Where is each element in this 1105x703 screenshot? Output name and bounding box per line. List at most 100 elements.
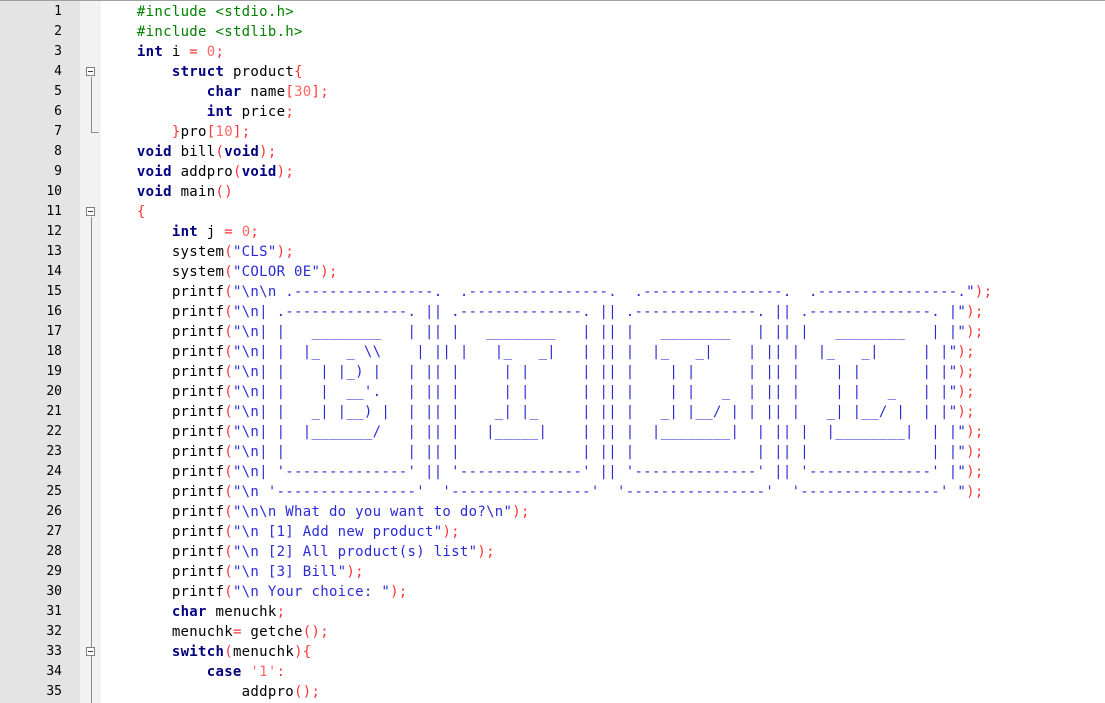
code-token: addpro [102, 684, 295, 700]
code-token: ( [224, 484, 233, 500]
code-text[interactable]: printf("\n [1] Add new product"); [102, 522, 460, 542]
code-token: "\n [2] All product(s) list" [232, 544, 478, 560]
code-line[interactable]: 13 system("CLS"); [0, 242, 1105, 262]
line-number: 10 [46, 184, 62, 199]
code-editor[interactable]: 1 #include <stdio.h> 2 #include <stdlib.h… [0, 0, 1105, 703]
code-text[interactable]: printf("\n\n What do you want to do?\n")… [102, 502, 530, 522]
code-text[interactable]: case '1': [102, 662, 285, 682]
code-text[interactable]: printf("\n| | | || | | || | | || | | |")… [102, 442, 984, 462]
code-line[interactable]: 8 void bill(void); [0, 142, 1105, 162]
code-token: ); [442, 524, 460, 540]
code-line[interactable]: 32 menuchk= getche(); [0, 622, 1105, 642]
code-line[interactable]: 2 #include <stdlib.h> [0, 22, 1105, 42]
code-line[interactable]: 18 printf("\n| | |_ _ \\ | || | |_ _| | … [0, 342, 1105, 362]
code-text[interactable]: printf("\n\n .----------------. .-------… [102, 282, 992, 302]
code-line[interactable]: 33 switch(menuchk){ [0, 642, 1105, 662]
code-text[interactable]: int price; [102, 102, 294, 122]
code-line[interactable]: 7 }pro[10]; [0, 122, 1105, 142]
code-text[interactable]: system("CLS"); [102, 242, 294, 262]
code-line[interactable]: 1 #include <stdio.h> [0, 2, 1105, 22]
code-token: ]; [311, 84, 329, 100]
code-line[interactable]: 9 void addpro(void); [0, 162, 1105, 182]
code-token: ); [966, 424, 984, 440]
code-line[interactable]: 17 printf("\n| | ________ | || | _______… [0, 322, 1105, 342]
code-text[interactable]: switch(menuchk){ [102, 642, 312, 662]
code-line[interactable]: 34 case '1': [0, 662, 1105, 682]
code-line[interactable]: 4 struct product{ [0, 62, 1105, 82]
code-line[interactable]: 15 printf("\n\n .----------------. .----… [0, 282, 1105, 302]
code-line[interactable]: 10 void main() [0, 182, 1105, 202]
code-text[interactable]: char name[30]; [102, 82, 329, 102]
code-line[interactable]: 23 printf("\n| | | || | | || | | || | | … [0, 442, 1105, 462]
code-line[interactable]: 35 addpro(); [0, 682, 1105, 702]
line-number: 13 [46, 244, 62, 259]
code-text[interactable]: printf("\n Your choice: "); [102, 582, 408, 602]
code-line[interactable]: 30 printf("\n Your choice: "); [0, 582, 1105, 602]
code-text[interactable]: printf("\n| | ________ | || | ________ |… [102, 322, 984, 342]
code-text[interactable]: void main() [102, 182, 233, 202]
code-token: printf [102, 364, 225, 380]
code-text[interactable]: printf("\n [2] All product(s) list"); [102, 542, 495, 562]
code-token: char [206, 84, 242, 100]
code-line[interactable]: 24 printf("\n| '--------------' || '----… [0, 462, 1105, 482]
code-token: { [136, 204, 146, 220]
code-text[interactable]: char menuchk; [102, 602, 285, 622]
code-token: addpro [171, 164, 233, 180]
code-token: (); [302, 624, 329, 640]
code-text[interactable]: printf("\n| | _| |__) | | || | _| |_ | |… [102, 402, 975, 422]
code-text[interactable]: void addpro(void); [102, 162, 294, 182]
code-text[interactable]: addpro(); [102, 682, 320, 702]
code-text[interactable]: void bill(void); [102, 142, 277, 162]
code-line[interactable]: 25 printf("\n '----------------' '------… [0, 482, 1105, 502]
code-text[interactable]: printf("\n '----------------' '---------… [102, 482, 984, 502]
code-token: ( [224, 524, 233, 540]
code-text[interactable]: #include <stdio.h> [102, 2, 294, 22]
code-line[interactable]: 3 int i = 0; [0, 42, 1105, 62]
code-line[interactable]: 20 printf("\n| | | __'. | || | | | | || … [0, 382, 1105, 402]
code-line[interactable]: 6 int price; [0, 102, 1105, 122]
code-text[interactable]: system("COLOR 0E"); [102, 262, 338, 282]
line-number: 11 [46, 204, 62, 219]
code-token: ); [276, 244, 295, 260]
code-token: printf [102, 384, 225, 400]
code-text[interactable]: printf("\n| | | |_) | | || | | | | || | … [102, 362, 975, 382]
code-line[interactable]: 11 { [0, 202, 1105, 222]
code-line[interactable]: 31 char menuchk; [0, 602, 1105, 622]
code-text[interactable]: int i = 0; [102, 42, 224, 62]
code-text[interactable]: { [102, 202, 146, 222]
code-token: printf [102, 344, 225, 360]
code-text[interactable]: struct product{ [102, 62, 303, 82]
code-line[interactable]: 28 printf("\n [2] All product(s) list"); [0, 542, 1105, 562]
code-line[interactable]: 16 printf("\n| .--------------. || .----… [0, 302, 1105, 322]
code-text[interactable]: printf("\n| .--------------. || .-------… [102, 302, 984, 322]
code-token: printf [102, 524, 225, 540]
code-line[interactable]: 5 char name[30]; [0, 82, 1105, 102]
code-text[interactable]: #include <stdlib.h> [102, 22, 303, 42]
code-text[interactable]: printf("\n| '--------------' || '-------… [102, 462, 984, 482]
code-token: ( [224, 424, 233, 440]
code-text[interactable]: printf("\n| | |_______/ | || | |_____| |… [102, 422, 984, 442]
code-line[interactable]: 19 printf("\n| | | |_) | | || | | | | ||… [0, 362, 1105, 382]
code-text[interactable]: }pro[10]; [102, 122, 250, 142]
code-token: ( [224, 404, 233, 420]
code-text[interactable]: printf("\n| | | __'. | || | | | | || | |… [102, 382, 975, 402]
code-token: "\n [3] Bill" [232, 564, 347, 580]
code-text[interactable]: printf("\n [3] Bill"); [102, 562, 364, 582]
code-line[interactable]: 27 printf("\n [1] Add new product"); [0, 522, 1105, 542]
line-number: 22 [46, 424, 62, 439]
code-text[interactable]: printf("\n| | |_ _ \\ | || | |_ _| | || … [102, 342, 975, 362]
code-text[interactable]: int j = 0; [102, 222, 259, 242]
code-token: ); [320, 264, 338, 280]
code-token: ); [974, 284, 993, 300]
code-text[interactable]: menuchk= getche(); [102, 622, 329, 642]
code-line[interactable]: 12 int j = 0; [0, 222, 1105, 242]
code-line[interactable]: 26 printf("\n\n What do you want to do?\… [0, 502, 1105, 522]
code-line[interactable]: 22 printf("\n| | |_______/ | || | |_____… [0, 422, 1105, 442]
code-line[interactable]: 29 printf("\n [3] Bill"); [0, 562, 1105, 582]
code-line[interactable]: 21 printf("\n| | _| |__) | | || | _| |_ … [0, 402, 1105, 422]
code-line[interactable]: 14 system("COLOR 0E"); [0, 262, 1105, 282]
